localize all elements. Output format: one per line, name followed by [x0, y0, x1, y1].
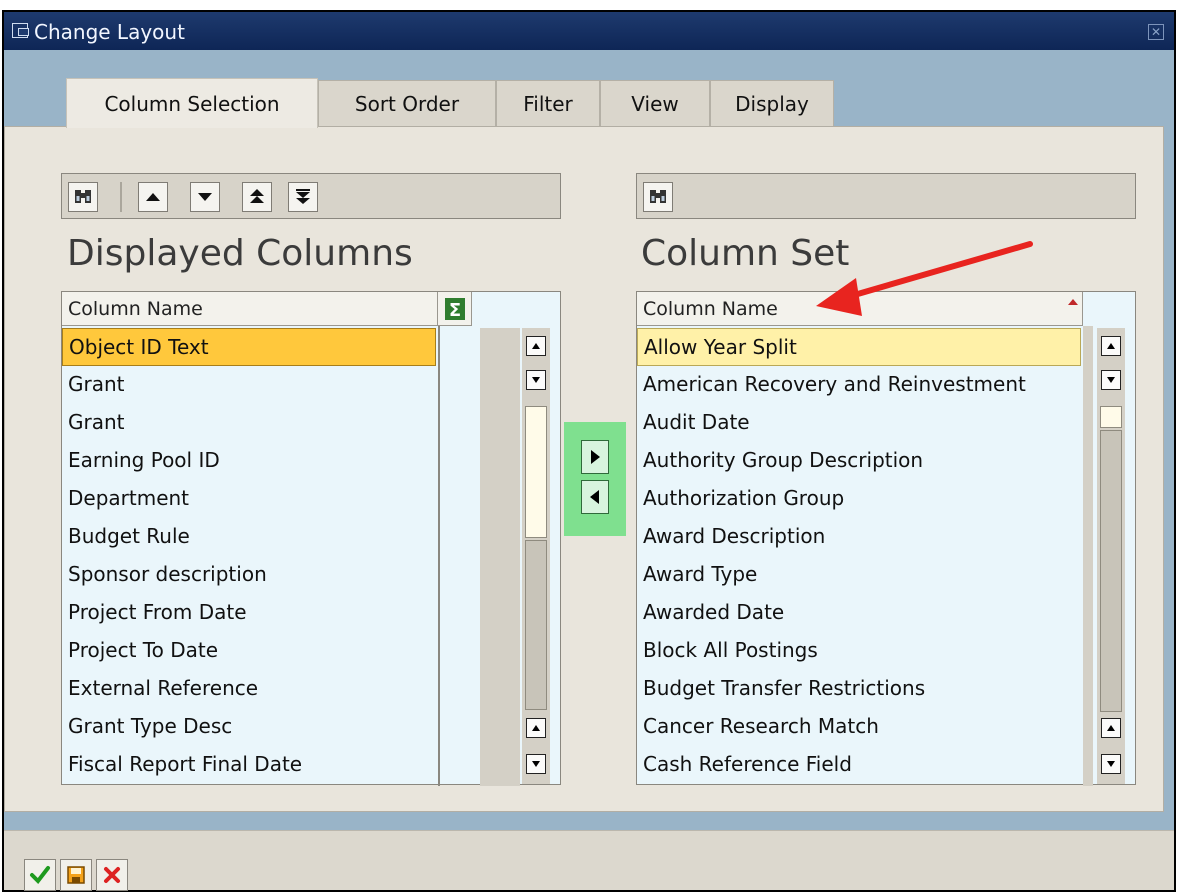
find-icon	[75, 190, 91, 203]
confirm-button[interactable]	[24, 859, 56, 891]
column-set-toolbar	[636, 173, 1136, 219]
move-top-button[interactable]	[242, 182, 272, 212]
list-item[interactable]: Grant	[62, 366, 436, 404]
move-top-icon	[250, 189, 264, 203]
move-bottom-button[interactable]	[288, 182, 318, 212]
arrow-up-icon	[532, 725, 540, 731]
scroll-up-button[interactable]	[526, 336, 546, 356]
list-item[interactable]: Department	[62, 480, 436, 518]
annotation-arrow	[816, 241, 1033, 316]
save-icon	[67, 866, 85, 884]
list-item[interactable]: Fiscal Report Final Date	[62, 746, 436, 784]
scroll-track-area[interactable]	[1100, 430, 1122, 712]
arrow-up-icon	[1107, 725, 1115, 731]
displayed-columns-list: Column Name Σ Object ID Text Grant Grant Ea…	[61, 291, 561, 786]
save-button[interactable]	[60, 859, 92, 891]
transfer-buttons	[564, 422, 626, 536]
list-item[interactable]: Object ID Text	[62, 328, 436, 366]
arrow-down-icon	[1107, 377, 1115, 383]
scroll-thumb[interactable]	[1100, 406, 1122, 428]
arrow-up-icon	[532, 343, 540, 349]
displayed-columns-toolbar	[61, 173, 561, 219]
list-item[interactable]: Grant Type Desc	[62, 708, 436, 746]
scroll-track-area[interactable]	[525, 540, 547, 710]
displayed-column-name-header[interactable]: Column Name	[62, 292, 438, 326]
scroll-down-button-bottom[interactable]	[1101, 754, 1121, 774]
column-set-scrollbar[interactable]	[1097, 328, 1125, 784]
list-item[interactable]: Authority Group Description	[637, 442, 1081, 480]
move-up-button[interactable]	[138, 182, 168, 212]
displayed-scrollbar[interactable]	[522, 328, 550, 784]
tab-display[interactable]: Display	[710, 80, 834, 126]
svg-text:Σ: Σ	[448, 300, 460, 321]
arrow-down-icon	[1107, 761, 1115, 767]
move-down-icon	[198, 193, 212, 201]
scroll-up-button-bottom[interactable]	[1101, 718, 1121, 738]
move-down-button[interactable]	[190, 182, 220, 212]
scroll-up-button-bottom[interactable]	[526, 718, 546, 738]
list-item[interactable]: Cancer Research Match	[637, 708, 1081, 746]
arrow-down-icon	[532, 377, 540, 383]
list-item[interactable]: Cash Reference Field	[637, 746, 1081, 784]
tab-sort-order[interactable]: Sort Order	[318, 80, 496, 126]
list-item[interactable]: Earning Pool ID	[62, 442, 436, 480]
transfer-left-icon	[590, 490, 599, 504]
sort-ascending-icon	[1068, 299, 1078, 305]
close-icon[interactable]: ✕	[1148, 24, 1164, 40]
scroll-thumb[interactable]	[525, 406, 547, 538]
move-up-icon	[146, 193, 160, 201]
list-item[interactable]: Sponsor description	[62, 556, 436, 594]
list-item[interactable]: Grant	[62, 404, 436, 442]
dialog-button-bar	[4, 830, 1174, 891]
displayed-columns-title: Displayed Columns	[67, 233, 413, 274]
scroll-down-button[interactable]	[526, 370, 546, 390]
find-button[interactable]	[68, 182, 98, 212]
window-title: Change Layout	[34, 20, 185, 44]
tab-panel-column-selection: Displayed Columns Column Name Σ Object I…	[4, 126, 1164, 812]
sum-icon: Σ	[444, 297, 465, 321]
scroll-down-button[interactable]	[1101, 370, 1121, 390]
list-item[interactable]: Block All Postings	[637, 632, 1081, 670]
scroll-down-button-bottom[interactable]	[526, 754, 546, 774]
move-bottom-icon	[296, 189, 310, 204]
arrow-up-icon	[1107, 343, 1115, 349]
remove-column-button[interactable]	[581, 480, 609, 514]
list-item[interactable]: Allow Year Split	[637, 328, 1081, 366]
window-icon	[12, 23, 29, 38]
list-item[interactable]: Awarded Date	[637, 594, 1081, 632]
sum-header[interactable]: Σ	[438, 292, 472, 326]
find-icon	[650, 190, 666, 203]
cancel-icon	[104, 867, 120, 883]
title-bar: Change Layout ✕	[4, 12, 1174, 50]
list-item[interactable]: Audit Date	[637, 404, 1081, 442]
cancel-button[interactable]	[96, 859, 128, 891]
change-layout-window: Change Layout ✕ Column Selection Sort Or…	[2, 10, 1176, 892]
list-item[interactable]: External Reference	[62, 670, 436, 708]
scroll-up-button[interactable]	[1101, 336, 1121, 356]
list-item[interactable]: Project To Date	[62, 632, 436, 670]
tab-column-selection[interactable]: Column Selection	[66, 78, 318, 128]
list-item[interactable]: American Recovery and Reinvestment	[637, 366, 1081, 404]
tab-view[interactable]: View	[600, 80, 710, 126]
add-column-button[interactable]	[581, 440, 609, 474]
list-item[interactable]: Project From Date	[62, 594, 436, 632]
transfer-right-icon	[591, 450, 600, 464]
list-item[interactable]: Award Description	[637, 518, 1081, 556]
find-button-column-set[interactable]	[643, 182, 673, 212]
column-set-list: Column Name Allow Year Split American Rec…	[636, 291, 1136, 786]
list-item[interactable]: Award Type	[637, 556, 1081, 594]
tab-filter[interactable]: Filter	[496, 80, 600, 126]
list-item[interactable]: Budget Transfer Restrictions	[637, 670, 1081, 708]
list-item[interactable]: Authorization Group	[637, 480, 1081, 518]
list-item[interactable]: Budget Rule	[62, 518, 436, 556]
confirm-icon	[30, 866, 50, 885]
arrow-down-icon	[532, 761, 540, 767]
